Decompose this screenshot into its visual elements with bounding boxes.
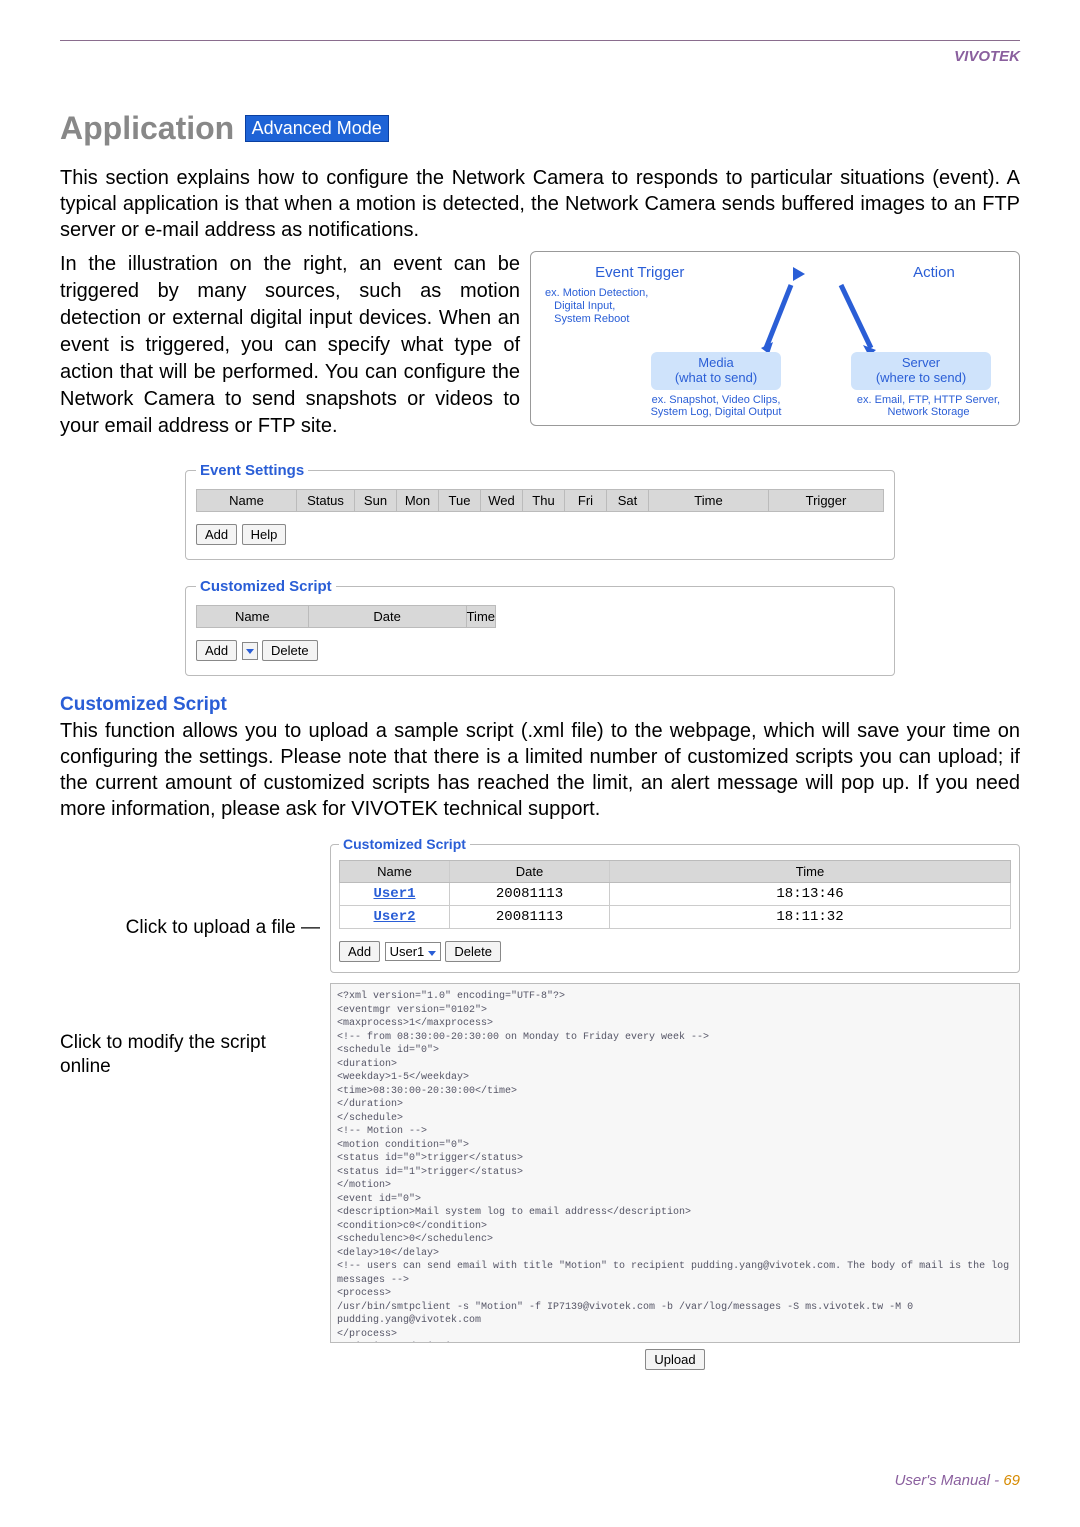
add-script-button[interactable]: Add — [196, 640, 237, 661]
event-trigger-label: Event Trigger — [595, 264, 684, 281]
customized-script-panel: Customized Script Name Date Time Add Del… — [185, 578, 895, 676]
chevron-down-icon — [428, 951, 436, 956]
page-heading: Application — [60, 110, 234, 147]
user-link[interactable]: User1 — [373, 886, 415, 902]
upload-callout: Click to upload a file — — [60, 916, 320, 941]
footer: User's Manual - 69 — [895, 1472, 1020, 1489]
script-select[interactable]: User1 — [385, 942, 441, 961]
script-table-header: Name Date Time — [196, 605, 496, 628]
intro-paragraph: This section explains how to configure t… — [60, 165, 1020, 243]
customized-script-text: This function allows you to upload a sam… — [60, 718, 1020, 822]
add-event-button[interactable]: Add — [196, 524, 237, 545]
server-box: Server (where to send) — [851, 352, 991, 390]
play-icon — [793, 267, 805, 281]
chevron-down-icon — [246, 649, 254, 654]
demo-table-header: Name Date Time — [339, 860, 1011, 883]
action-label: Action — [913, 264, 955, 281]
event-settings-panel: Event Settings Name Status Sun Mon Tue W… — [185, 462, 895, 560]
arrow-icon — [761, 280, 981, 355]
modify-callout: Click to modify the script online — [60, 1031, 320, 1080]
media-box: Media (what to send) — [651, 352, 781, 390]
demo-script-panel: Customized Script Name Date Time User1 2… — [330, 836, 1020, 973]
customized-script-legend: Customized Script — [196, 578, 336, 595]
table-row: User2 20081113 18:11:32 — [339, 906, 1011, 929]
media-examples: ex. Snapshot, Video Clips, System Log, D… — [631, 394, 801, 419]
side-paragraph: In the illustration on the right, an eve… — [60, 251, 520, 440]
xml-editor[interactable]: <?xml version="1.0" encoding="UTF-8"?> <… — [330, 983, 1020, 1343]
event-table-header: Name Status Sun Mon Tue Wed Thu Fri Sat … — [196, 489, 884, 512]
demo-delete-button[interactable]: Delete — [445, 941, 501, 962]
user-link[interactable]: User2 — [373, 909, 415, 925]
server-examples: ex. Email, FTP, HTTP Server, Network Sto… — [851, 394, 1006, 419]
brand-label: VIVOTEK — [954, 48, 1020, 65]
event-settings-legend: Event Settings — [196, 462, 308, 479]
help-button[interactable]: Help — [242, 524, 287, 545]
upload-button[interactable]: Upload — [645, 1349, 704, 1370]
delete-script-button[interactable]: Delete — [262, 640, 318, 661]
table-row: User1 20081113 18:13:46 — [339, 883, 1011, 906]
script-dropdown[interactable] — [242, 642, 258, 660]
event-action-diagram: Event Trigger Action ex. Motion Detectio… — [530, 251, 1020, 426]
demo-add-button[interactable]: Add — [339, 941, 380, 962]
customized-script-heading: Customized Script — [60, 694, 1020, 716]
advanced-mode-badge: Advanced Mode — [245, 115, 389, 142]
demo-script-legend: Customized Script — [339, 836, 470, 852]
